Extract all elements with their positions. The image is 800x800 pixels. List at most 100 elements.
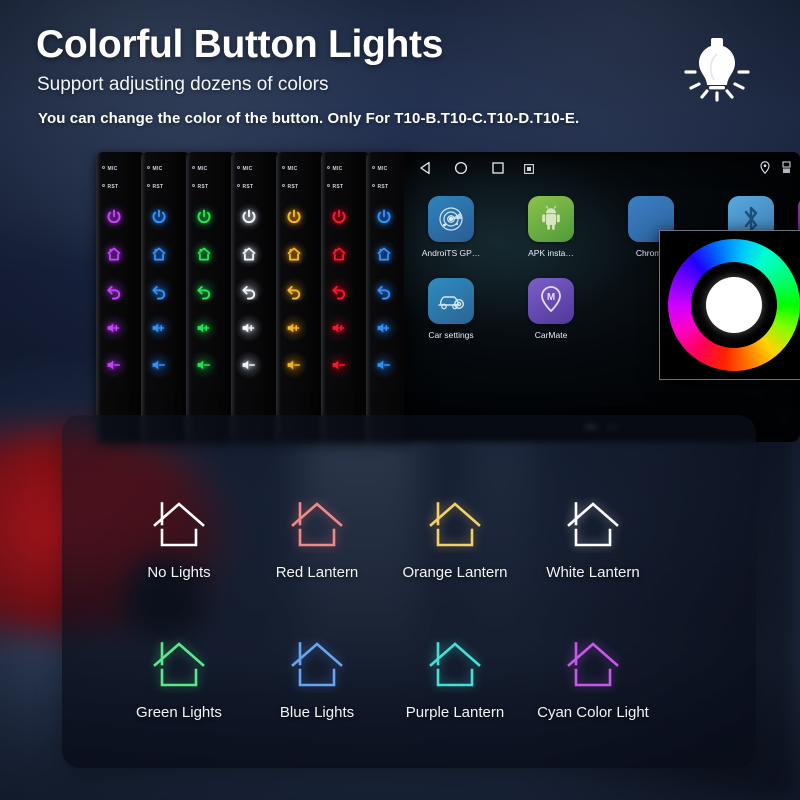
power-icon[interactable] (195, 208, 213, 226)
mic-label-dot (192, 166, 195, 169)
home-icon[interactable] (285, 245, 303, 263)
rst-label: RST (102, 184, 118, 190)
rst-label-dot (147, 184, 150, 187)
mic-label-dot (372, 166, 375, 169)
back-icon[interactable] (105, 282, 123, 300)
house-icon (425, 497, 485, 553)
lantern-label: Green Lights (136, 704, 222, 721)
rst-label-dot (372, 184, 375, 187)
button-panel-2[interactable]: MIC RST (141, 152, 191, 442)
rst-label-dot (327, 184, 330, 187)
volume-up-icon[interactable] (375, 319, 393, 337)
power-icon[interactable] (240, 208, 258, 226)
volume-down-icon[interactable] (285, 356, 303, 374)
lantern-label: Purple Lantern (405, 704, 505, 721)
house-icon (287, 497, 347, 553)
home-icon[interactable] (375, 245, 393, 263)
lantern-option-orange[interactable]: Orange Lantern (380, 497, 530, 581)
home-icon[interactable] (150, 245, 168, 263)
app-label: CarMate (534, 330, 568, 340)
volume-up-icon[interactable] (240, 319, 258, 337)
led-column-5: MIC RST (276, 152, 326, 442)
app-label: APK insta… (528, 248, 574, 258)
color-preview-swatch[interactable] (706, 277, 762, 333)
home-icon[interactable] (330, 245, 348, 263)
led-column-4: MIC RST (231, 152, 281, 442)
nav-home-icon[interactable] (454, 161, 468, 180)
lantern-option-no-lights[interactable]: No Lights (104, 497, 254, 581)
back-icon[interactable] (285, 282, 303, 300)
volume-up-icon[interactable] (195, 319, 213, 337)
lantern-option-white[interactable]: White Lantern (518, 497, 668, 581)
button-panel-1[interactable]: MIC RST (96, 152, 146, 442)
app-androits-gps[interactable]: AndroiTS GP… (412, 196, 490, 258)
volume-down-icon[interactable] (330, 356, 348, 374)
volume-up-icon[interactable] (285, 319, 303, 337)
led-column-3: MIC RST (186, 152, 236, 442)
app-label: Car settings (428, 330, 474, 340)
power-icon[interactable] (330, 208, 348, 226)
back-icon[interactable] (240, 282, 258, 300)
light-bulb-icon (672, 32, 762, 104)
back-icon[interactable] (330, 282, 348, 300)
volume-down-icon[interactable] (375, 356, 393, 374)
power-icon[interactable] (375, 208, 393, 226)
power-icon[interactable] (150, 208, 168, 226)
back-icon[interactable] (375, 282, 393, 300)
volume-down-icon[interactable] (105, 356, 123, 374)
back-icon[interactable] (150, 282, 168, 300)
hue-ring[interactable] (668, 239, 800, 371)
color-wheel-dialog[interactable] (659, 230, 800, 380)
volume-down-icon[interactable] (240, 356, 258, 374)
mic-label-dot (147, 166, 150, 169)
gps-app-icon (428, 196, 474, 242)
lantern-option-red[interactable]: Red Lantern (242, 497, 392, 581)
lantern-option-cyan[interactable]: Cyan Color Light (518, 637, 668, 721)
app-label: AndroiTS GP… (421, 248, 481, 258)
button-panel-3[interactable]: MIC RST (186, 152, 236, 442)
lantern-option-green[interactable]: Green Lights (104, 637, 254, 721)
power-icon[interactable] (285, 208, 303, 226)
house-icon (149, 497, 209, 553)
lantern-option-purple[interactable]: Purple Lantern (380, 637, 530, 721)
button-panel-6[interactable]: MIC RST (321, 152, 371, 442)
home-icon[interactable] (105, 245, 123, 263)
button-panel-4[interactable]: MIC RST (231, 152, 281, 442)
page-subtitle: Support adjusting dozens of colors (37, 74, 329, 95)
nav-screenshot-icon[interactable] (524, 161, 534, 179)
mic-label-dot (237, 166, 240, 169)
compatibility-note: You can change the color of the button. … (38, 110, 580, 127)
lantern-label: Orange Lantern (402, 564, 508, 581)
lantern-label: Cyan Color Light (537, 704, 649, 721)
header: Colorful Button Lights Support adjusting… (0, 0, 800, 150)
car-settings-icon (428, 278, 474, 324)
rst-label: RST (372, 184, 388, 190)
volume-down-icon[interactable] (195, 356, 213, 374)
back-icon[interactable] (195, 282, 213, 300)
home-icon[interactable] (240, 245, 258, 263)
app-apk-installer[interactable]: APK insta… (512, 196, 590, 258)
volume-up-icon[interactable] (330, 319, 348, 337)
location-pin-icon (760, 161, 770, 179)
lantern-label: Red Lantern (275, 564, 359, 581)
home-icon[interactable] (195, 245, 213, 263)
volume-up-icon[interactable] (105, 319, 123, 337)
rst-label: RST (282, 184, 298, 190)
rst-label: RST (327, 184, 343, 190)
volume-down-icon[interactable] (150, 356, 168, 374)
app-carmate[interactable]: M CarMate (512, 278, 590, 340)
power-icon[interactable] (105, 208, 123, 226)
nav-recents-icon[interactable] (491, 161, 505, 180)
signal-icon (782, 161, 791, 179)
lantern-color-panel: No Lights Red Lantern Orange Lantern Whi… (62, 415, 756, 768)
button-panel-5[interactable]: MIC RST (276, 152, 326, 442)
nav-back-icon[interactable] (418, 161, 432, 180)
mic-label-dot (327, 166, 330, 169)
lantern-option-blue[interactable]: Blue Lights (242, 637, 392, 721)
android-screen[interactable]: AndroiTS GP… APK insta… Chrome Bluetooth (404, 152, 800, 442)
app-car-settings[interactable]: Car settings (412, 278, 490, 340)
carmate-icon: M (528, 278, 574, 324)
volume-up-icon[interactable] (150, 319, 168, 337)
rst-label: RST (237, 184, 253, 190)
mic-label: MIC (192, 166, 208, 172)
